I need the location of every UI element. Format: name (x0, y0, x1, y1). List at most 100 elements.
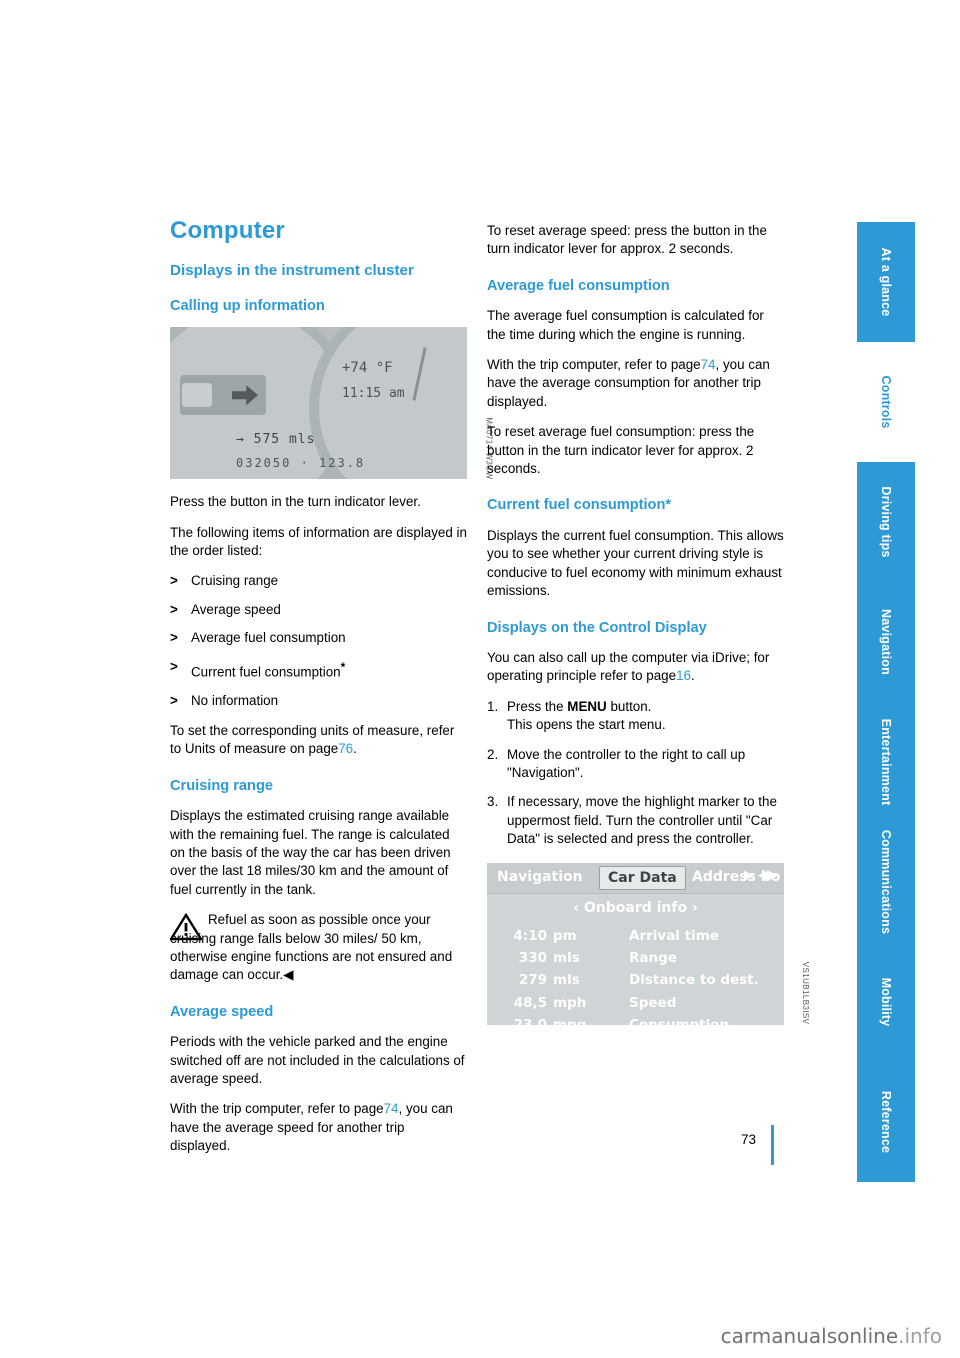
arrow-bullet-icon: > (170, 692, 178, 708)
list-item: > Cruising range (170, 572, 467, 590)
cluster-odometer-readout: 032050 · 123.8 (236, 456, 366, 471)
subheading-average-fuel-consumption: Average fuel consumption (487, 277, 670, 294)
tab-entertainment[interactable]: Entertainment (857, 702, 915, 822)
figure-instrument-cluster: +74 °F 11:15 am → 575 mls 032050 · 123.8… (170, 327, 493, 480)
cd-unit: mls (553, 972, 580, 989)
tab-communications[interactable]: Communications (857, 822, 915, 942)
list-item-label: No information (191, 692, 279, 708)
cd-unit: mpg (553, 1014, 605, 1024)
cd-tab-navigation[interactable]: Navigation (497, 868, 583, 886)
optional-equipment-marker: * (340, 659, 346, 674)
step-item-3: 3. If necessary, move the highlight mark… (487, 793, 784, 848)
cd-value: 279 (518, 972, 547, 989)
watermark-main: carmanualsonline (720, 1324, 899, 1348)
list-item-label: Current fuel consumption (191, 664, 341, 680)
table-row: 330 mls Range (501, 947, 765, 969)
tab-at-a-glance[interactable]: At a glance (857, 222, 915, 342)
arrow-bullet-icon: > (170, 630, 178, 646)
page-link-76[interactable]: 76 (338, 741, 353, 756)
cd-label: Arrival time (629, 927, 719, 944)
avg-fuel-pre: With the trip computer, refer to page (487, 357, 701, 373)
paragraph-trip-computer-speed: With the trip computer, refer to page74,… (170, 1100, 467, 1155)
subheading-average-speed: Average speed (170, 1003, 274, 1020)
cluster-clock: 11:15 am (342, 386, 405, 402)
cd-label: Consumption (605, 1014, 765, 1024)
list-item-label: Average fuel consumption (191, 630, 346, 646)
paragraph-units-of-measure: To set the corresponding units of measur… (170, 722, 467, 759)
page-number: 73 (740, 1132, 756, 1147)
page-link-74-fuel[interactable]: 74 (701, 357, 716, 372)
watermark-suffix: .info (898, 1324, 942, 1348)
steps-list: 1. Press the MENU button. This opens the… (487, 698, 784, 849)
cd-unit: mls (553, 949, 580, 966)
tab-controls-label: Controls (879, 375, 893, 429)
paragraph-cruising-range: Displays the estimated cruising range av… (170, 808, 451, 897)
paragraph-average-fuel-2: With the trip computer, refer to page74,… (487, 356, 784, 411)
paragraph-press-button: Press the button in the turn indicator l… (170, 494, 421, 510)
tab-navigation-label: Navigation (879, 609, 893, 675)
tab-mobility-label: Mobility (879, 977, 893, 1027)
tab-at-a-glance-label: At a glance (879, 247, 893, 317)
section-heading-instrument-cluster: Displays in the instrument cluster (170, 262, 414, 280)
arrow-bullet-icon: > (170, 573, 178, 589)
idrive-pre: You can also call up the computer via iD… (487, 649, 770, 684)
paragraph-average-speed: Periods with the vehicle parked and the … (170, 1034, 465, 1087)
warning-block: Refuel as soon as possible once your cru… (170, 911, 467, 985)
figure-control-display: Navigation Car Data Address bo ▶ ◀▶ ‹ On… (487, 862, 810, 1025)
cd-scroll-arrows-icon[interactable]: ▶ ◀▶ (744, 867, 778, 885)
idrive-post: . (690, 668, 695, 684)
paragraph-average-fuel-1: The average fuel consumption is calculat… (487, 308, 764, 342)
watermark: carmanualsonline.info (721, 1324, 942, 1348)
tab-controls[interactable]: Controls (857, 342, 915, 462)
tab-driving-tips-label: Driving tips (879, 486, 893, 558)
lever-button (182, 383, 212, 408)
arrow-bullet-icon: > (170, 601, 178, 617)
subheading-current-fuel-consumption: Current fuel consumption* (487, 497, 672, 514)
instrument-cluster-image: +74 °F 11:15 am → 575 mls 032050 · 123.8 (170, 327, 467, 480)
page-number-rule (771, 1125, 774, 1165)
tab-communications-label: Communications (879, 829, 893, 935)
page-title: Computer (170, 217, 285, 244)
step-item-1: 1. Press the MENU button. This opens the… (487, 698, 784, 735)
menu-button-label: MENU (567, 698, 607, 714)
cluster-outside-temp: +74 °F (342, 360, 393, 377)
paragraph-average-fuel-3: To reset average fuel consumption: press… (487, 424, 755, 477)
tab-entertainment-label: Entertainment (879, 718, 893, 806)
cd-label: Distance to dest. (629, 972, 759, 989)
cd-value: 23,0 (501, 1014, 553, 1024)
paragraph-items-listed: The following items of information are d… (170, 524, 467, 559)
subheading-cruising-range: Cruising range (170, 777, 273, 794)
page-link-74-speed[interactable]: 74 (384, 1101, 399, 1116)
page-link-16[interactable]: 16 (676, 668, 691, 683)
tab-driving-tips[interactable]: Driving tips (857, 462, 915, 582)
cd-tab-car-data[interactable]: Car Data (599, 865, 686, 890)
step-number: 3. (487, 794, 499, 810)
paragraph-current-fuel: Displays the current fuel consumption. T… (487, 527, 784, 599)
list-item-label: Average speed (191, 601, 281, 617)
cd-label: Speed (629, 994, 677, 1011)
list-item-label: Cruising range (191, 573, 279, 589)
cd-onboard-info-table: 4:10 pm Arrival time 330 mls Range 279 m… (501, 925, 765, 1025)
step-text-pre: Press the (507, 698, 568, 714)
tab-reference[interactable]: Reference (857, 1062, 915, 1182)
step-number: 1. (487, 698, 499, 714)
step-item-2: 2. Move the controller to the right to c… (487, 746, 784, 783)
figure-code-control-display: VS1UB1LB3ISV (801, 961, 811, 1025)
step-text: Move the controller to the right to call… (507, 746, 746, 780)
warning-triangle-icon (170, 913, 202, 941)
right-column: To reset average speed: press the button… (487, 222, 810, 1039)
step-text: If necessary, move the highlight marker … (507, 794, 777, 847)
trip-speed-pre: With the trip computer, refer to page (170, 1101, 384, 1117)
table-row: 4:10 pm Arrival time (501, 925, 765, 947)
list-item: > Average fuel consumption (170, 629, 467, 647)
subheading-calling-up-information: Calling up information (170, 297, 325, 314)
manual-page: At a glance Controls Driving tips Naviga… (0, 0, 960, 1358)
section-tab-rail: At a glance Controls Driving tips Naviga… (857, 222, 915, 1182)
tab-mobility[interactable]: Mobility (857, 942, 915, 1062)
control-display-image: Navigation Car Data Address bo ▶ ◀▶ ‹ On… (487, 862, 784, 1025)
paragraph-idrive-intro: You can also call up the computer via iD… (487, 649, 784, 686)
cd-unit: pm (553, 927, 577, 944)
tab-navigation[interactable]: Navigation (857, 582, 915, 702)
cd-onboard-info-label[interactable]: ‹ Onboard info › (487, 899, 784, 917)
list-item: > Current fuel consumption* (170, 658, 467, 682)
